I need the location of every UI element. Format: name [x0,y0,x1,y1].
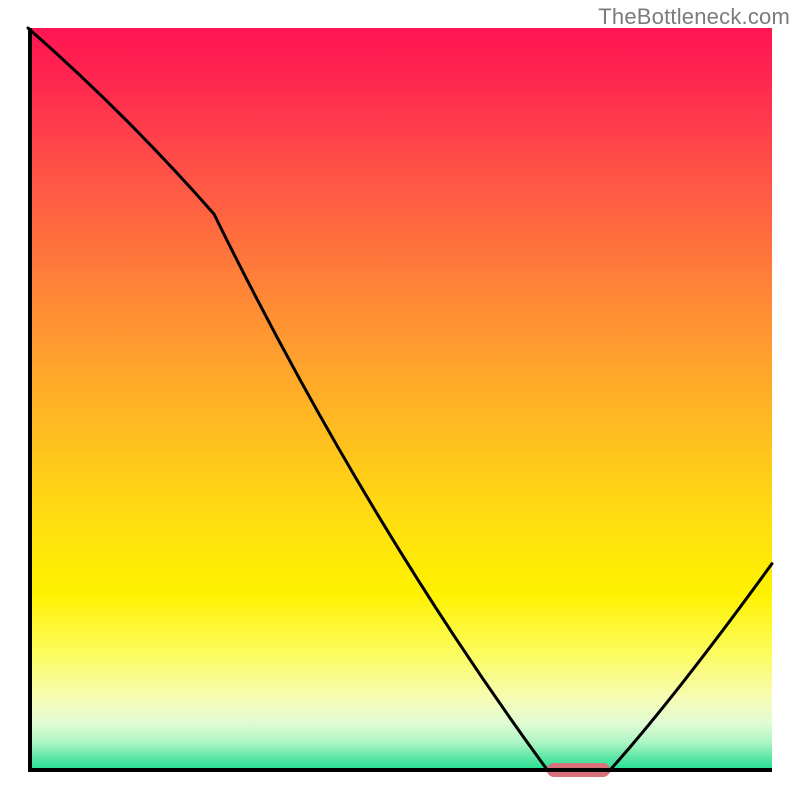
bottleneck-curve [28,28,772,772]
plot-area [28,28,772,772]
chart-container: TheBottleneck.com [0,0,800,800]
watermark-text: TheBottleneck.com [598,4,790,30]
optimal-region-marker [547,763,611,777]
